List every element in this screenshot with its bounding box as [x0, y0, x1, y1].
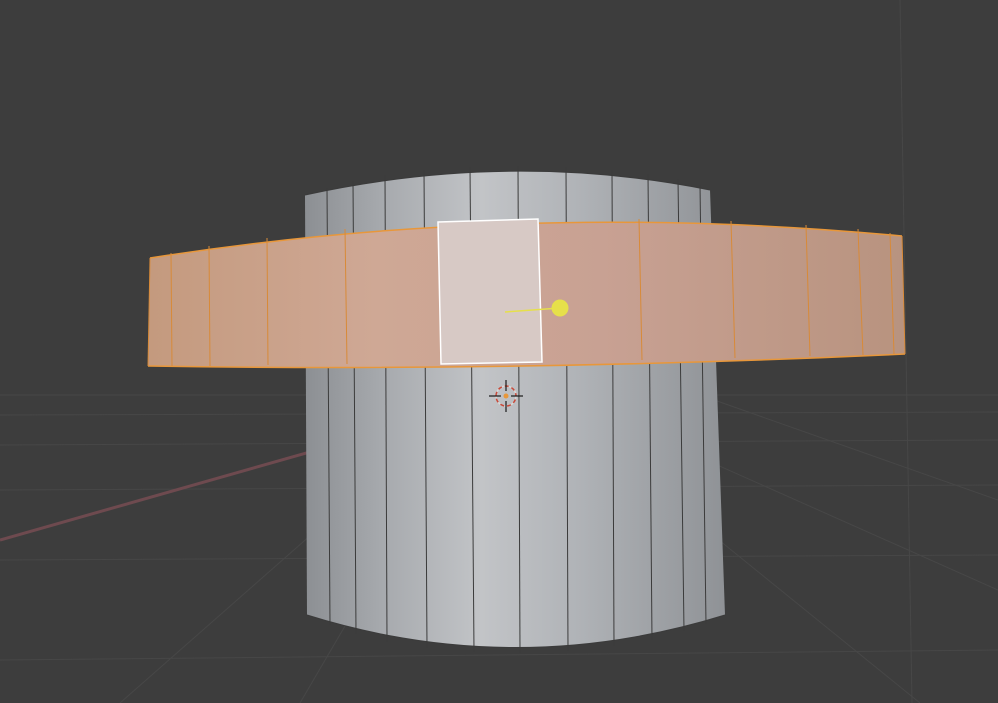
viewport-canvas[interactable]	[0, 0, 998, 703]
3d-viewport[interactable]	[0, 0, 998, 703]
active-face[interactable]	[437, 218, 543, 365]
